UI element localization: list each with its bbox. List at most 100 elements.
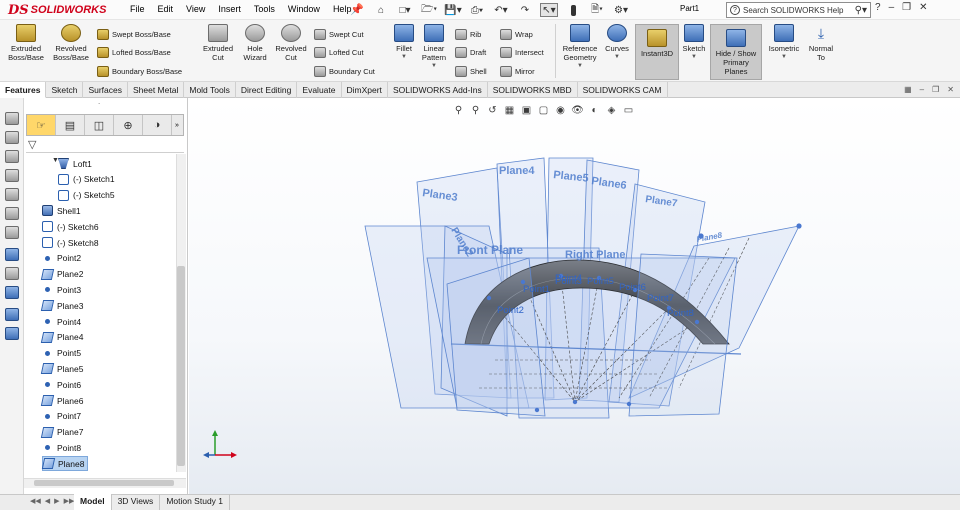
revolved-boss-button[interactable]: Revolved Boss/Base [50, 24, 92, 62]
swept-boss-button[interactable]: Swept Boss/Base [97, 29, 171, 40]
tab-solidworks-cam[interactable]: SOLIDWORKS CAM [578, 82, 668, 98]
wrap-button[interactable]: Wrap [500, 29, 533, 40]
point-marker[interactable] [626, 401, 632, 407]
isometric-button[interactable]: Isometric ▼ [765, 24, 803, 62]
tree-item-plane7[interactable]: Plane7 [40, 425, 83, 440]
help-search-box[interactable]: ? Search SOLIDWORKS Help ⚲▾ [726, 2, 871, 18]
menu-edit[interactable]: Edit [156, 3, 176, 15]
search-input[interactable]: Search SOLIDWORKS Help [743, 6, 843, 15]
tile-icon[interactable]: ▦ [904, 85, 912, 94]
tab-3d-views[interactable]: 3D Views [112, 494, 161, 510]
print-icon[interactable]: ⎙▾ [468, 3, 486, 17]
strip-tool-icon[interactable] [5, 188, 19, 201]
restore-icon[interactable]: ❐ [902, 2, 911, 13]
point7-label[interactable]: Point7 [647, 293, 674, 304]
menu-insert[interactable]: Insert [216, 3, 243, 15]
strip-tool-icon[interactable] [5, 207, 19, 220]
tab-solidworks-mbd[interactable]: SOLIDWORKS MBD [488, 82, 578, 98]
more-tabs-icon[interactable]: » [172, 115, 182, 135]
hole-wizard-button[interactable]: Hole Wizard [239, 24, 271, 62]
lofted-boss-button[interactable]: Lofted Boss/Base [97, 47, 171, 58]
search-icon[interactable]: ⚲▾ [855, 5, 867, 16]
pin-icon[interactable]: 📌 [350, 3, 364, 16]
curves-dropdown-icon[interactable]: ▼ [604, 53, 630, 62]
point6-label[interactable]: Point6 [619, 282, 646, 293]
point-marker[interactable] [534, 407, 540, 413]
strip-tool-icon[interactable] [5, 226, 19, 239]
tree-item-point5[interactable]: Point5 [42, 346, 81, 361]
draft-button[interactable]: Draft [455, 47, 486, 58]
solidworks-logo[interactable]: DS SOLIDWORKS [8, 3, 106, 18]
strip-tool-icon[interactable] [5, 286, 19, 299]
undo-icon[interactable]: ↶▾ [492, 3, 510, 17]
menu-file[interactable]: File [128, 3, 147, 15]
point2-label[interactable]: Point2 [497, 305, 524, 316]
fillet-dropdown-icon[interactable]: ▼ [392, 53, 416, 62]
tree-item-loft1[interactable]: Loft1 [58, 156, 92, 171]
save-icon[interactable]: 💾▾ [444, 3, 462, 17]
doc-restore-icon[interactable]: ❐ [932, 85, 939, 94]
model-viewport[interactable]: Plane3 Plane4 Plane5 Plane6 Plane7 Plane… [189, 98, 960, 494]
sketch-dropdown-icon[interactable]: ▼ [681, 53, 707, 62]
home-icon[interactable]: ⌂ [372, 3, 390, 17]
tree-item-sketch1[interactable]: (-) Sketch1 [58, 172, 115, 187]
sketch-button[interactable]: Sketch ▼ [681, 24, 707, 62]
plane-front-overlay[interactable] [446, 257, 546, 417]
plane4-label[interactable]: Plane4 [499, 165, 535, 177]
tab-solidworks-add-ins[interactable]: SOLIDWORKS Add-Ins [388, 82, 488, 98]
tab-sketch[interactable]: Sketch [46, 82, 84, 98]
tab-mold-tools[interactable]: Mold Tools [184, 82, 236, 98]
reference-geometry-dropdown-icon[interactable]: ▼ [560, 62, 600, 71]
select-arrow-icon[interactable]: ↖▾ [540, 3, 558, 17]
reference-geometry-button[interactable]: Reference Geometry ▼ [560, 24, 600, 71]
filter-icon[interactable]: ▽ [28, 138, 36, 151]
dimxpert-manager-tab-icon[interactable]: ⊕ [114, 115, 143, 135]
strip-tool-icon[interactable] [5, 327, 19, 340]
property-manager-tab-icon[interactable]: ▤ [56, 115, 85, 135]
point4-label[interactable]: Point4 [555, 273, 582, 284]
tree-item-sketch8[interactable]: (-) Sketch8 [42, 235, 99, 250]
tree-item-sketch5[interactable]: (-) Sketch5 [58, 188, 115, 203]
tree-item-plane6[interactable]: Plane6 [40, 393, 83, 408]
menu-tools[interactable]: Tools [252, 3, 277, 15]
feature-tree-tab-icon[interactable]: ☞ [27, 115, 56, 135]
doc-close-icon[interactable]: ✕ [947, 85, 954, 94]
curves-button[interactable]: Curves ▼ [604, 24, 630, 62]
boundary-cut-button[interactable]: Boundary Cut [314, 66, 375, 77]
tree-item-point6[interactable]: Point6 [42, 377, 81, 392]
file-properties-icon[interactable]: 🗎▾ [588, 3, 606, 17]
plane-side-overlay[interactable] [628, 253, 738, 417]
next-tab-icon[interactable]: ▶ [54, 497, 59, 505]
tree-item-point7[interactable]: Point7 [42, 409, 81, 424]
strip-tool-icon[interactable] [5, 169, 19, 182]
tab-features[interactable]: Features [0, 82, 47, 98]
linear-pattern-dropdown-icon[interactable]: ▼ [419, 62, 449, 71]
point-marker[interactable] [572, 399, 578, 405]
strip-tool-icon[interactable] [5, 112, 19, 125]
linear-pattern-button[interactable]: Linear Pattern ▼ [419, 24, 449, 71]
point-marker[interactable] [486, 295, 492, 301]
normal-to-button[interactable]: ⤓ Normal To [805, 24, 837, 62]
tree-item-plane3[interactable]: Plane3 [40, 298, 83, 313]
tree-item-point2[interactable]: Point2 [42, 251, 81, 266]
mirror-button[interactable]: Mirror [500, 66, 535, 77]
strip-tool-icon[interactable] [5, 131, 19, 144]
help-icon[interactable]: ? [875, 2, 881, 13]
rebuild-icon[interactable] [564, 3, 582, 17]
minimize-icon[interactable]: – [889, 2, 895, 13]
tab-dimxpert[interactable]: DimXpert [342, 82, 388, 98]
tab-evaluate[interactable]: Evaluate [297, 82, 342, 98]
tree-item-point3[interactable]: Point3 [42, 282, 81, 297]
swept-cut-button[interactable]: Swept Cut [314, 29, 364, 40]
strip-tool-icon[interactable] [5, 267, 19, 280]
close-icon[interactable]: ✕ [919, 2, 927, 13]
tree-item-point4[interactable]: Point4 [42, 314, 81, 329]
tree-item-point8[interactable]: Point8 [42, 440, 81, 455]
menu-view[interactable]: View [184, 3, 207, 15]
tree-item-plane5[interactable]: Plane5 [40, 361, 83, 376]
rib-button[interactable]: Rib [455, 29, 481, 40]
point1-label[interactable]: Point1 [523, 284, 550, 295]
lofted-cut-button[interactable]: Lofted Cut [314, 47, 364, 58]
hide-show-planes-button[interactable]: Hide / Show Primary Planes [710, 24, 762, 80]
configuration-manager-tab-icon[interactable]: ◫ [85, 115, 114, 135]
